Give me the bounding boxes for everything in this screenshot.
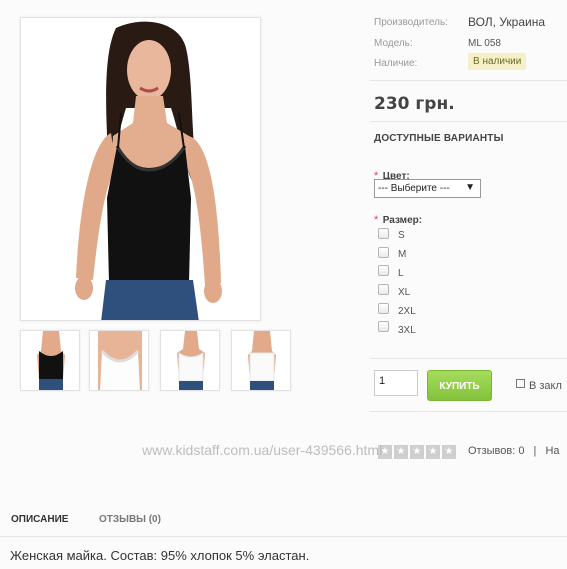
thumbnail-1[interactable] [20, 330, 80, 391]
product-main-image[interactable] [20, 17, 261, 321]
tabs-divider [0, 536, 567, 537]
size-checkbox-2xl[interactable] [378, 303, 389, 314]
availability-badge: В наличии [468, 53, 527, 70]
divider [370, 80, 567, 81]
manufacturer-label: Производитель: [374, 17, 448, 28]
divider [370, 121, 567, 122]
required-mark: * [374, 214, 379, 226]
star-icon: ★ [410, 445, 424, 459]
watermark: www.kidstaff.com.ua/user-439566.html [142, 442, 383, 458]
star-icon: ★ [394, 445, 408, 459]
quantity-input[interactable]: 1 [374, 370, 418, 396]
size-label-3xl: 3XL [398, 325, 416, 336]
divider [370, 358, 567, 359]
model-value: ML 058 [468, 38, 501, 49]
color-select[interactable]: --- Выберите --- ▼ [374, 179, 481, 198]
size-label: Размер: [382, 215, 423, 226]
description-text: Женская майка. Состав: 95% хлопок 5% эла… [10, 548, 310, 563]
separator: | [533, 445, 537, 457]
product-price: 230 грн. [374, 94, 455, 114]
tab-description[interactable]: ОПИСАНИЕ [11, 514, 68, 525]
thumbnail-3[interactable] [160, 330, 220, 391]
size-checkbox-3xl[interactable] [378, 321, 389, 332]
wishlist-icon [516, 379, 525, 388]
availability-label: Наличие: [374, 58, 418, 69]
size-label-2xl: 2XL [398, 306, 416, 317]
color-select-value: --- Выберите --- [378, 183, 450, 194]
write-review-link[interactable]: На [545, 445, 559, 457]
size-checkbox-l[interactable] [378, 265, 389, 276]
wishlist-label: В закл [529, 380, 562, 392]
buy-button[interactable]: КУПИТЬ [427, 370, 492, 401]
star-icon: ★ [442, 445, 456, 459]
divider [370, 411, 567, 412]
rating-stars: ★ ★ ★ ★ ★ [378, 441, 458, 459]
manufacturer-value[interactable]: ВОЛ, Украина [468, 15, 545, 29]
model-label: Модель: [374, 38, 413, 49]
reviews-count-link[interactable]: Отзывов: 0 [468, 445, 524, 457]
thumbnail-2[interactable] [89, 330, 149, 391]
size-label-l: L [398, 268, 404, 279]
star-icon: ★ [426, 445, 440, 459]
size-checkbox-xl[interactable] [378, 284, 389, 295]
chevron-down-icon: ▼ [465, 182, 475, 193]
tab-reviews[interactable]: ОТЗЫВЫ (0) [99, 514, 161, 525]
size-label-m: M [398, 249, 407, 260]
thumbnail-4[interactable] [231, 330, 291, 391]
size-checkbox-s[interactable] [378, 228, 389, 239]
size-checkbox-m[interactable] [378, 247, 389, 258]
wishlist-link[interactable]: В закл [516, 379, 562, 392]
reviews-row: Отзывов: 0 | На [468, 445, 560, 457]
variants-title: ДОСТУПНЫЕ ВАРИАНТЫ [374, 133, 504, 144]
size-label-xl: XL [398, 287, 411, 298]
size-label-s: S [398, 230, 405, 241]
size-option-label: * Размер: [374, 210, 422, 228]
